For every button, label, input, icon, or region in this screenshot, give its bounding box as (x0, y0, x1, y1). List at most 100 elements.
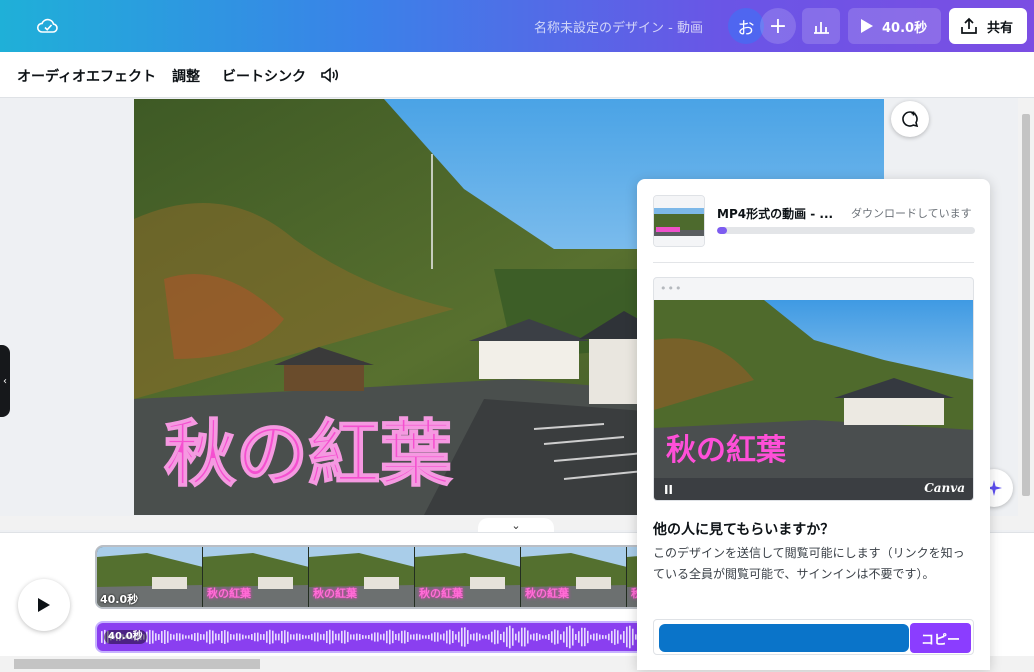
waveform-bar (236, 633, 238, 641)
waveform-bar (575, 634, 577, 640)
video-clip-track[interactable]: 秋の紅葉秋の紅葉秋の紅葉秋の紅葉秋の紅葉 (95, 545, 655, 609)
waveform-bar (371, 633, 373, 641)
waveform-bar (242, 634, 244, 640)
waveform-bar (239, 633, 241, 641)
waveform-bar (149, 629, 151, 645)
audio-clip-track[interactable] (95, 621, 655, 653)
waveform-bar (470, 634, 472, 640)
waveform-bar (392, 630, 394, 644)
bar-chart-icon (814, 22, 829, 34)
frame-caption: 秋の紅葉 (419, 587, 463, 600)
waveform-bar (284, 630, 286, 644)
waveform-bar (620, 634, 622, 640)
waveform-bar (218, 633, 220, 641)
document-title[interactable]: 名称未設定のデザイン - 動画 (534, 17, 703, 36)
waveform-bar (230, 634, 232, 640)
waveform-bar (299, 633, 301, 641)
waveform-bar (221, 630, 223, 644)
waveform-bar (449, 629, 451, 645)
scrollbar-thumb[interactable] (1022, 114, 1030, 496)
share-link-field[interactable] (659, 624, 909, 652)
share-label: 共有 (987, 20, 1014, 36)
waveform-bar (581, 627, 583, 647)
timeline-play-button[interactable] (18, 579, 70, 631)
waveform-bar (401, 630, 403, 644)
waveform-bar (419, 634, 421, 640)
overlay-title-text[interactable]: 秋の紅葉 (163, 411, 454, 497)
waveform-bar (503, 631, 505, 643)
video-preview[interactable]: ••• 秋の紅葉 II Canva (653, 277, 974, 501)
download-thumbnail (653, 195, 705, 247)
waveform-bar (584, 627, 586, 647)
present-play-button[interactable]: 40.0秒 (848, 8, 941, 44)
waveform-bar (542, 635, 544, 639)
waveform-bar (269, 629, 271, 645)
waveform-bar (614, 629, 616, 645)
waveform-bar (167, 631, 169, 643)
audio-effects-button[interactable]: オーディオエフェクト (17, 66, 156, 86)
waveform-bar (389, 629, 391, 645)
cloud-saved-icon[interactable] (36, 14, 60, 38)
waveform-bar (323, 633, 325, 641)
waveform-bar (488, 634, 490, 640)
waveform-bar (629, 625, 631, 649)
top-bar: 名称未設定のデザイン - 動画 お + 40.0秒 共有 (0, 0, 1034, 52)
waveform-bar (602, 635, 604, 639)
beat-sync-button[interactable]: ビートシンク (222, 66, 306, 86)
frame-caption: 秋の紅葉 (313, 587, 357, 600)
waveform-bar (308, 635, 310, 639)
expand-side-panel-handle[interactable]: ‹ (0, 345, 10, 417)
waveform-bar (278, 633, 280, 641)
waveform-bar (152, 630, 154, 644)
canvas-vertical-scrollbar[interactable] (1018, 98, 1034, 516)
waveform-bar (554, 629, 556, 645)
canva-watermark: Canva (924, 481, 965, 495)
waveform-bar (467, 630, 469, 644)
volume-icon[interactable] (320, 65, 340, 85)
waveform-bar (380, 634, 382, 640)
adjust-button[interactable]: 調整 (172, 66, 200, 86)
waveform-bar (473, 633, 475, 641)
waveform-bar (524, 627, 526, 647)
waveform-bar (362, 635, 364, 639)
add-comment-button[interactable] (891, 101, 929, 137)
waveform-bar (314, 632, 316, 642)
waveform-bar (437, 632, 439, 642)
waveform-bar (365, 635, 367, 639)
waveform-bar (353, 634, 355, 640)
share-button[interactable]: 共有 (949, 8, 1027, 44)
waveform-bar (254, 632, 256, 642)
pause-icon[interactable]: II (664, 483, 673, 497)
audio-clip-duration: 40.0秒 (104, 630, 147, 644)
editor-toolbar: オーディオエフェクト 調整 ビートシンク (0, 52, 1034, 98)
waveform-bar (224, 630, 226, 644)
waveform-bar (194, 633, 196, 641)
thumbnail-image (654, 196, 704, 246)
scrollbar-thumb[interactable] (14, 659, 260, 669)
avatar[interactable]: お (728, 8, 764, 44)
share-link-row: コピー (653, 619, 974, 655)
add-collaborator-button[interactable]: + (760, 8, 796, 44)
copy-link-button[interactable]: コピー (910, 623, 971, 653)
waveform-bar (101, 631, 103, 643)
waveform-bar (215, 633, 217, 641)
waveform-bar (335, 633, 337, 641)
waveform-bar (476, 632, 478, 642)
waveform-bar (506, 627, 508, 647)
window-dots: ••• (660, 282, 683, 295)
waveform-bar (443, 633, 445, 641)
video-frame-thumbnail: 秋の紅葉 (415, 547, 521, 607)
waveform-bar (425, 635, 427, 639)
waveform-bar (281, 630, 283, 644)
download-file-title: MP4形式の動画 - ... (717, 207, 834, 221)
waveform-bar (311, 633, 313, 641)
waveform-bar (518, 631, 520, 643)
waveform-bar (245, 635, 247, 639)
waveform-bar (155, 633, 157, 641)
share-question-heading: 他の人に見てもらいますか？ (653, 522, 835, 538)
waveform-bar (329, 629, 331, 645)
insights-button[interactable] (802, 8, 840, 44)
frame-caption: 秋の紅葉 (207, 587, 251, 600)
waveform-bar (272, 630, 274, 644)
waveform-bar (164, 630, 166, 644)
